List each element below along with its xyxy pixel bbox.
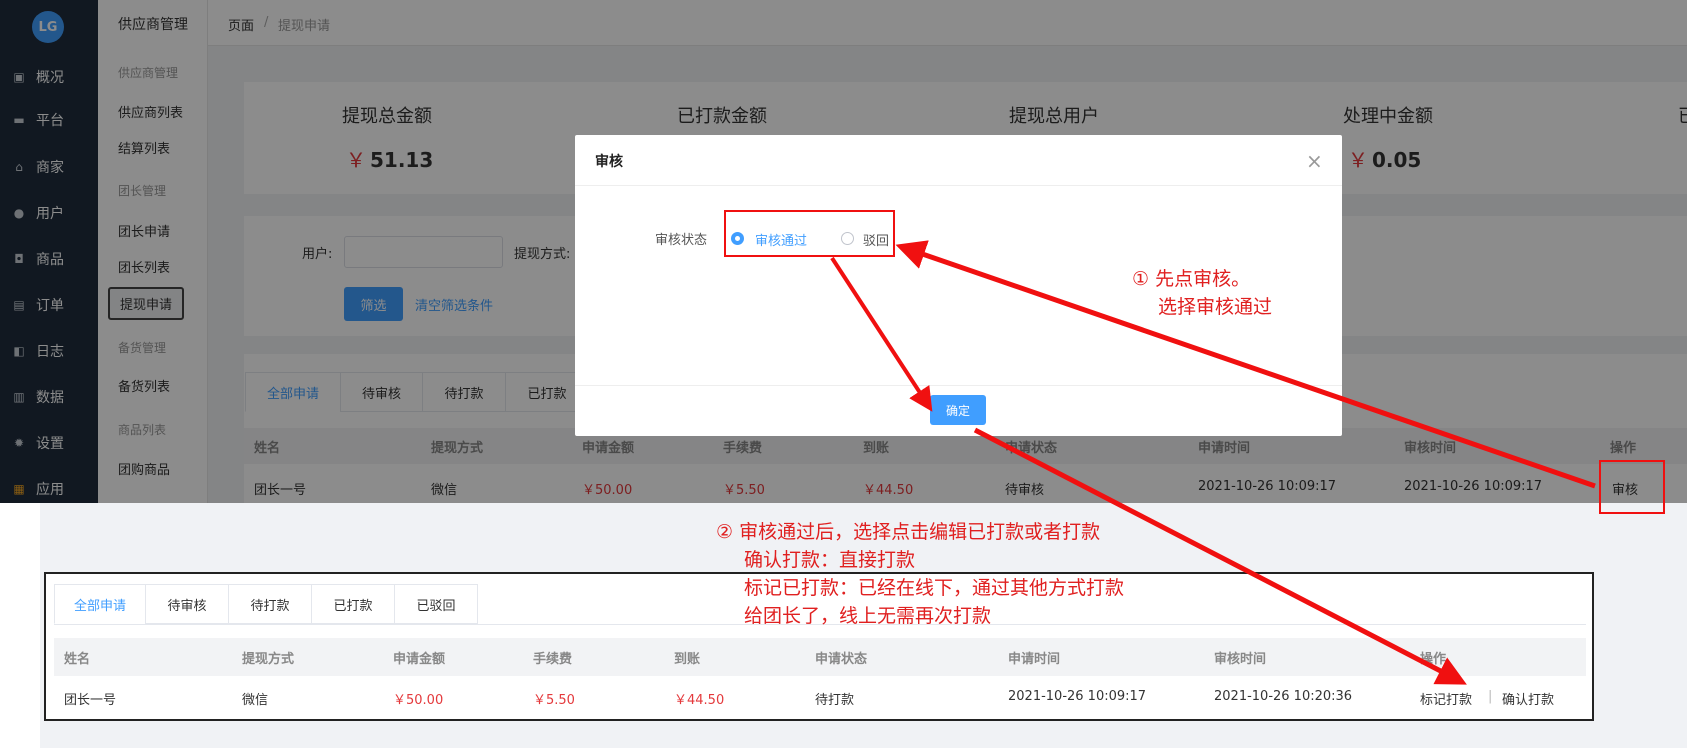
review-action-highlight-box [1599, 460, 1665, 514]
col-apply-time: 申请时间 [1008, 652, 1061, 667]
dialog-header-divider [575, 185, 1342, 186]
action-separator: | [1488, 689, 1493, 704]
annotation-step1: ① 先点审核。 选择审核通过 [1132, 268, 1273, 318]
col-status: 申请状态 [815, 652, 868, 667]
dialog-title: 审核 [595, 154, 623, 170]
col-action: 操作 [1420, 652, 1447, 667]
col-name: 姓名 [64, 652, 91, 667]
confirm-paid-link[interactable]: 确认打款 [1502, 689, 1554, 708]
col-received: 到账 [674, 652, 701, 667]
tab-paid[interactable]: 已打款 [311, 584, 395, 624]
col-method: 提现方式 [242, 652, 295, 667]
mark-paid-link[interactable]: 标记打款 [1420, 689, 1472, 708]
annotation-step2: ② 审核通过后，选择点击编辑已打款或者打款 确认打款：直接打款 标记已打款：已经… [716, 521, 1125, 627]
col-review-time: 审核时间 [1214, 652, 1267, 667]
tab-pending-payment[interactable]: 待打款 [228, 584, 312, 624]
radio-highlight-box [724, 210, 895, 257]
close-icon[interactable]: × [1306, 149, 1323, 173]
tab-pending-review[interactable]: 待审核 [145, 584, 229, 624]
tab-rejected[interactable]: 已驳回 [394, 584, 478, 624]
dialog-footer-divider [575, 385, 1342, 386]
tab-all[interactable]: 全部申请 [54, 584, 146, 624]
confirm-button[interactable]: 确定 [930, 395, 986, 425]
col-fee: 手续费 [533, 652, 573, 667]
review-status-label: 审核状态 [655, 233, 708, 248]
col-amount: 申请金额 [393, 652, 446, 667]
